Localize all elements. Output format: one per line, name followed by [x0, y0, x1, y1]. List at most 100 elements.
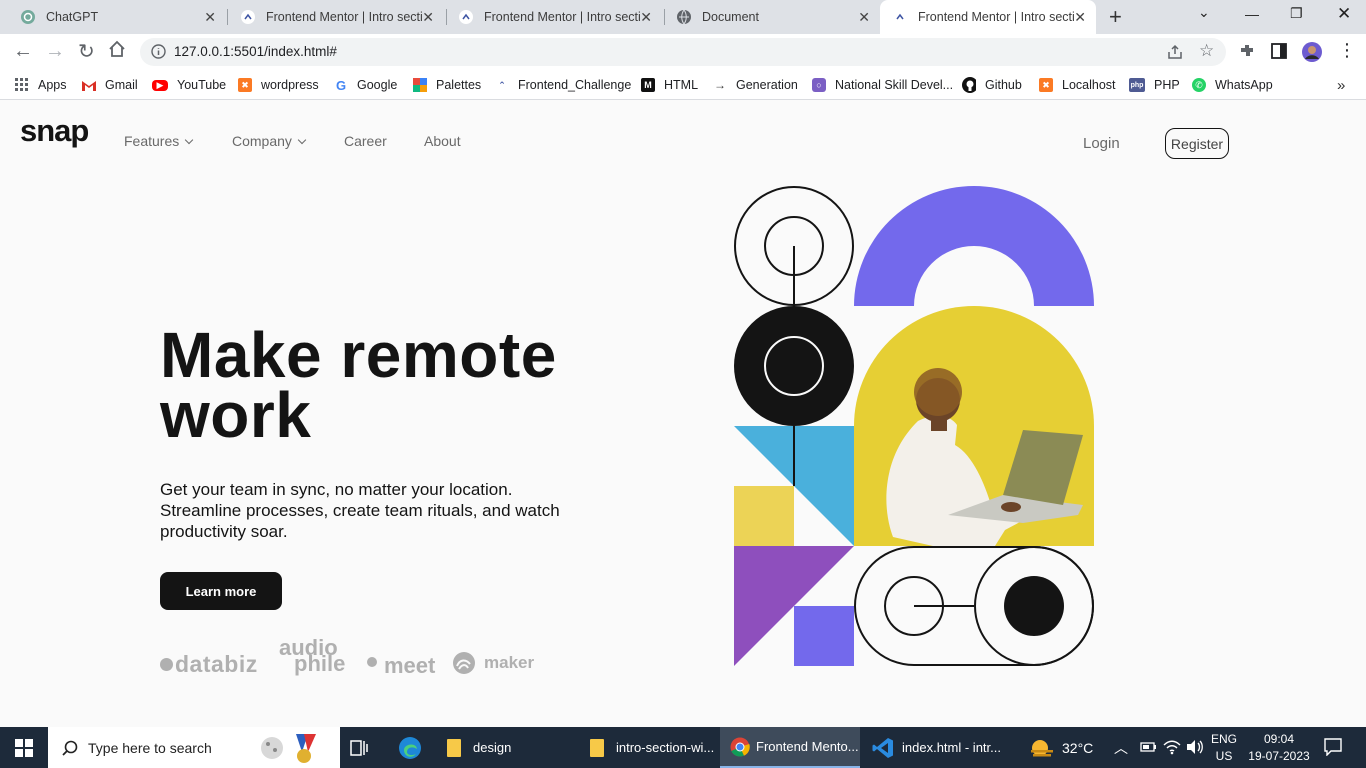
geometric-purple-arch	[854, 186, 1094, 306]
snap-logo[interactable]: snap	[20, 113, 89, 149]
url-text: 127.0.0.1:5501/index.html#	[174, 44, 337, 59]
taskbar-app-label: Frontend Mento...	[756, 739, 859, 754]
bookmark-palettes[interactable]: Palettes	[413, 76, 481, 94]
battery-icon[interactable]	[1140, 740, 1160, 760]
bookmarks-overflow-icon[interactable]: »	[1337, 76, 1345, 94]
taskbar-app-label: index.html - intr...	[902, 740, 1001, 755]
bookmark-apps[interactable]: Apps	[15, 76, 67, 94]
reload-icon[interactable]: ↻	[78, 39, 95, 64]
bookmark-whatsapp[interactable]: ✆ WhatsApp	[1192, 76, 1273, 94]
extensions-icon[interactable]	[1238, 42, 1256, 65]
back-icon[interactable]: ←	[13, 40, 33, 63]
nav-career[interactable]: Career	[344, 133, 387, 149]
tab-title: Document	[702, 10, 759, 24]
hero-headline: Make remote work	[160, 323, 640, 447]
close-tab-icon[interactable]: ✕	[422, 9, 434, 26]
taskbar-app-design[interactable]: design	[437, 727, 567, 768]
bookmark-label: National Skill Devel...	[835, 78, 954, 92]
task-view-icon[interactable]	[350, 739, 370, 759]
taskbar-app-intro-section[interactable]: intro-section-wi...	[580, 727, 720, 768]
clock[interactable]: 09:04 19-07-2023	[1246, 732, 1312, 763]
geometric-triangles	[734, 426, 854, 666]
client-logo-maker: maker	[452, 651, 534, 675]
bookmark-google[interactable]: G Google	[334, 76, 397, 94]
bookmark-github[interactable]: Github	[962, 76, 1022, 94]
databiz-text: databiz	[175, 651, 258, 677]
bookmark-label: PHP	[1154, 78, 1180, 92]
bookmark-frontend-challenge[interactable]: ⌃ Frontend_Challenge	[495, 76, 631, 94]
frontend-mentor-icon	[240, 9, 256, 25]
tab-search-chevron-icon[interactable]: ⌄	[1198, 4, 1210, 21]
bookmark-label: HTML	[664, 78, 699, 92]
tab-frontend-mentor-1[interactable]: Frontend Mentor | Intro secti ✕	[228, 0, 444, 34]
close-tab-icon[interactable]: ✕	[640, 9, 652, 26]
browser-menu-icon[interactable]: ⋮	[1338, 40, 1356, 61]
search-placeholder: Type here to search	[88, 739, 212, 756]
maker-text: maker	[484, 653, 535, 672]
bookmark-national-skill[interactable]: ○ National Skill Devel...	[812, 76, 953, 94]
nav-features[interactable]: Features	[124, 133, 194, 149]
close-tab-icon[interactable]: ✕	[204, 9, 216, 26]
github-icon	[962, 77, 976, 93]
taskbar-search-box[interactable]: Type here to search	[48, 727, 340, 768]
restore-icon[interactable]: ❐	[1290, 5, 1303, 22]
new-tab-button[interactable]: +	[1109, 4, 1122, 30]
youtube-icon: ▶	[152, 79, 168, 91]
tab-bar: ChatGPT ✕ Frontend Mentor | Intro secti …	[0, 0, 1366, 34]
learn-more-button[interactable]: Learn more	[160, 572, 282, 610]
tab-title: Frontend Mentor | Intro secti	[484, 10, 641, 24]
side-panel-icon[interactable]	[1271, 43, 1287, 64]
wifi-icon[interactable]	[1163, 739, 1183, 759]
bookmark-star-icon[interactable]: ☆	[1199, 41, 1214, 61]
taskbar-app-vscode[interactable]: index.html - intr...	[862, 727, 1012, 768]
profile-avatar[interactable]	[1301, 41, 1323, 68]
volume-icon[interactable]	[1186, 739, 1206, 759]
register-button[interactable]: Register	[1165, 128, 1229, 159]
hero-photo	[854, 306, 1094, 546]
search-icon	[62, 740, 78, 756]
xampp-icon: ✖	[1039, 78, 1053, 92]
bookmark-generation[interactable]: → Generation	[713, 76, 798, 94]
tab-chatgpt[interactable]: ChatGPT ✕	[0, 0, 226, 34]
hero-illustration	[734, 186, 1094, 666]
close-window-icon[interactable]: ✕	[1337, 4, 1351, 24]
taskbar-app-chrome[interactable]: Frontend Mento...	[720, 727, 860, 768]
minimize-icon[interactable]: —	[1245, 6, 1259, 22]
close-tab-icon[interactable]: ✕	[858, 9, 870, 26]
bookmark-gmail[interactable]: Gmail	[82, 76, 138, 94]
notification-icon[interactable]	[1324, 738, 1344, 758]
home-icon[interactable]	[108, 40, 126, 63]
forward-icon[interactable]: →	[45, 40, 65, 63]
nav-about[interactable]: About	[424, 133, 461, 149]
share-icon[interactable]	[1167, 44, 1183, 65]
bookmark-label: Gmail	[105, 78, 138, 92]
maker-icon	[452, 651, 476, 675]
bookmark-localhost[interactable]: ✖ Localhost	[1039, 76, 1116, 94]
vscode-icon	[872, 737, 894, 759]
bookmarks-bar: Apps Gmail ▶ YouTube ✖ wordpress G Googl…	[0, 70, 1366, 100]
weather-widget[interactable]: 32°C	[1028, 727, 1093, 768]
bookmark-html[interactable]: M HTML	[641, 76, 698, 94]
windows-start-icon[interactable]	[15, 739, 35, 759]
windows-taskbar: Type here to search design intro-section…	[0, 727, 1366, 768]
gmail-icon	[82, 78, 96, 92]
login-link[interactable]: Login	[1083, 135, 1120, 152]
nav-company[interactable]: Company	[232, 133, 307, 149]
weather-temp: 32°C	[1062, 739, 1094, 756]
bookmark-php[interactable]: php PHP	[1129, 76, 1180, 94]
google-icon: G	[335, 77, 347, 93]
php-icon: php	[1129, 78, 1145, 92]
tab-frontend-mentor-active[interactable]: Frontend Mentor | Intro secti ✕	[880, 0, 1096, 34]
bookmark-label: Github	[985, 78, 1022, 92]
show-hidden-icons-chevron[interactable]: ︿	[1114, 727, 1128, 768]
tab-document[interactable]: Document ✕	[664, 0, 880, 34]
language-indicator[interactable]: ENG US	[1210, 732, 1238, 763]
html-m-icon: M	[641, 78, 655, 92]
tab-frontend-mentor-2[interactable]: Frontend Mentor | Intro secti ✕	[446, 0, 662, 34]
edge-icon[interactable]	[398, 736, 422, 760]
address-bar[interactable]: 127.0.0.1:5501/index.html# ☆	[140, 38, 1226, 66]
close-tab-icon[interactable]: ✕	[1074, 9, 1086, 26]
bookmark-wordpress[interactable]: ✖ wordpress	[238, 76, 319, 94]
site-info-icon[interactable]	[151, 44, 166, 64]
bookmark-youtube[interactable]: ▶ YouTube	[152, 76, 226, 94]
